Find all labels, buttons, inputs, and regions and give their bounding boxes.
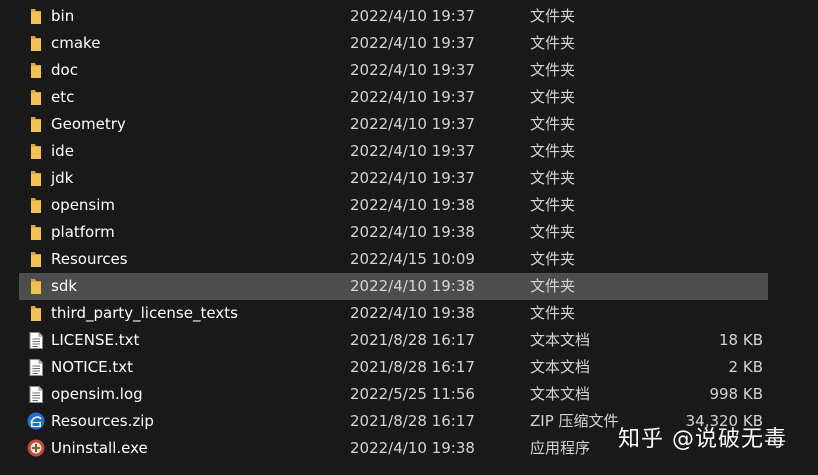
file-type: 文件夹 <box>530 34 576 52</box>
file-row[interactable]: etc 2022/4/10 19:37 文件夹 <box>0 84 818 111</box>
watermark-text: 知乎 @说破无毒 <box>618 427 787 452</box>
file-row[interactable]: sdk 2022/4/10 19:38 文件夹 <box>0 273 818 300</box>
uninstaller-icon <box>27 439 45 457</box>
folder-icon <box>28 251 44 268</box>
file-type: 文本文档 <box>530 358 591 376</box>
file-name: Resources <box>51 250 128 268</box>
folder-icon <box>28 116 44 133</box>
file-date-modified: 2022/4/15 10:09 <box>350 250 475 268</box>
file-date-modified: 2022/4/10 19:37 <box>350 7 475 25</box>
file-row[interactable]: Geometry 2022/4/10 19:37 文件夹 <box>0 111 818 138</box>
file-name: cmake <box>51 34 101 52</box>
folder-icon <box>28 89 44 106</box>
file-size: 998 KB <box>709 385 763 403</box>
file-size: 2 KB <box>728 358 763 376</box>
file-row[interactable]: opensim 2022/4/10 19:38 文件夹 <box>0 192 818 219</box>
file-size: 18 KB <box>719 331 763 349</box>
file-date-modified: 2022/4/10 19:37 <box>350 142 475 160</box>
file-date-modified: 2022/4/10 19:37 <box>350 169 475 187</box>
file-name: doc <box>51 61 78 79</box>
file-type: 文件夹 <box>530 196 576 214</box>
file-date-modified: 2022/4/10 19:37 <box>350 88 475 106</box>
file-type: 文件夹 <box>530 250 576 268</box>
file-date-modified: 2022/4/10 19:38 <box>350 439 475 457</box>
zip-file-icon <box>27 412 45 430</box>
file-type: 文件夹 <box>530 169 576 187</box>
file-name: LICENSE.txt <box>51 331 140 349</box>
file-date-modified: 2022/4/10 19:38 <box>350 277 475 295</box>
file-row[interactable]: LICENSE.txt 2021/8/28 16:17 文本文档 18 KB <box>0 327 818 354</box>
folder-icon <box>28 8 44 25</box>
folder-icon <box>28 35 44 52</box>
file-row[interactable]: cmake 2022/4/10 19:37 文件夹 <box>0 30 818 57</box>
file-name: Resources.zip <box>51 412 154 430</box>
file-date-modified: 2022/5/25 11:56 <box>350 385 475 403</box>
file-date-modified: 2022/4/10 19:38 <box>350 223 475 241</box>
file-name: Uninstall.exe <box>51 439 148 457</box>
folder-icon <box>28 170 44 187</box>
file-name: NOTICE.txt <box>51 358 133 376</box>
file-row[interactable]: ide 2022/4/10 19:37 文件夹 <box>0 138 818 165</box>
file-name: third_party_license_texts <box>51 304 238 322</box>
file-type: 文件夹 <box>530 142 576 160</box>
file-date-modified: 2022/4/10 19:37 <box>350 115 475 133</box>
file-type: 文本文档 <box>530 331 591 349</box>
file-name: Geometry <box>51 115 126 133</box>
file-type: 文件夹 <box>530 115 576 133</box>
file-row[interactable]: Resources 2022/4/15 10:09 文件夹 <box>0 246 818 273</box>
file-name: sdk <box>51 277 78 295</box>
file-date-modified: 2022/4/10 19:38 <box>350 196 475 214</box>
text-file-icon <box>28 386 44 403</box>
text-file-icon <box>28 332 44 349</box>
folder-icon <box>28 62 44 79</box>
file-type: 文件夹 <box>530 277 576 295</box>
file-date-modified: 2021/8/28 16:17 <box>350 412 475 430</box>
file-name: opensim <box>51 196 116 214</box>
file-row[interactable]: platform 2022/4/10 19:38 文件夹 <box>0 219 818 246</box>
file-type: 文件夹 <box>530 223 576 241</box>
file-row[interactable]: bin 2022/4/10 19:37 文件夹 <box>0 3 818 30</box>
file-name: platform <box>51 223 115 241</box>
folder-icon <box>28 197 44 214</box>
file-date-modified: 2022/4/10 19:37 <box>350 34 475 52</box>
file-row[interactable]: doc 2022/4/10 19:37 文件夹 <box>0 57 818 84</box>
file-row[interactable]: jdk 2022/4/10 19:37 文件夹 <box>0 165 818 192</box>
file-list: bin 2022/4/10 19:37 文件夹 cmake 2022/4/10 … <box>0 3 818 462</box>
file-type: 应用程序 <box>530 439 591 457</box>
folder-icon <box>28 143 44 160</box>
file-type: 文件夹 <box>530 7 576 25</box>
folder-icon <box>28 278 44 295</box>
file-date-modified: 2022/4/10 19:37 <box>350 61 475 79</box>
file-type: 文本文档 <box>530 385 591 403</box>
file-date-modified: 2022/4/10 19:38 <box>350 304 475 322</box>
file-type: ZIP 压缩文件 <box>530 412 619 430</box>
file-row[interactable]: third_party_license_texts 2022/4/10 19:3… <box>0 300 818 327</box>
file-row[interactable]: opensim.log 2022/5/25 11:56 文本文档 998 KB <box>0 381 818 408</box>
file-name: bin <box>51 7 75 25</box>
file-name: jdk <box>51 169 74 187</box>
file-type: 文件夹 <box>530 61 576 79</box>
file-row[interactable]: NOTICE.txt 2021/8/28 16:17 文本文档 2 KB <box>0 354 818 381</box>
file-date-modified: 2021/8/28 16:17 <box>350 331 475 349</box>
file-name: opensim.log <box>51 385 143 403</box>
file-name: etc <box>51 88 75 106</box>
folder-icon <box>28 224 44 241</box>
file-date-modified: 2021/8/28 16:17 <box>350 358 475 376</box>
text-file-icon <box>28 359 44 376</box>
file-name: ide <box>51 142 74 160</box>
file-type: 文件夹 <box>530 88 576 106</box>
folder-icon <box>28 305 44 322</box>
file-type: 文件夹 <box>530 304 576 322</box>
